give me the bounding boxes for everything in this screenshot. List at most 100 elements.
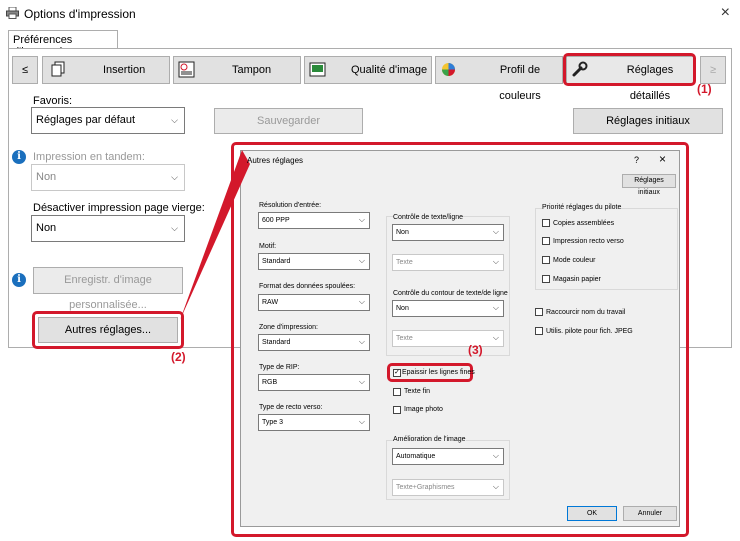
help-icon[interactable]: ? [634, 155, 639, 165]
pattern-select[interactable]: Standard ⌵ [258, 253, 370, 270]
chevron-down-icon: ⌵ [358, 297, 365, 306]
callout-2: (2) [171, 350, 186, 364]
blank-page-select[interactable]: Non ⌵ [31, 215, 185, 242]
favorites-value: Réglages par défaut [36, 114, 136, 126]
spool-format-label: Format des données spoulées: [259, 283, 356, 290]
image-improve-value: Automatique [396, 453, 436, 460]
stamp-icon [178, 61, 195, 78]
duplex-print-label: Impression recto verso [553, 238, 624, 245]
printer-icon [6, 6, 19, 19]
duplex-type-value: Type 3 [262, 419, 284, 426]
shorten-name-label: Raccourcir nom du travail [546, 309, 626, 316]
collated-copies-checkbox[interactable] [542, 219, 550, 227]
pages-icon [49, 61, 66, 78]
pattern-value: Standard [262, 258, 291, 265]
text-line-sub-select[interactable]: Texte ⌵ [392, 254, 504, 271]
save-button[interactable]: Sauvegarder [214, 108, 363, 134]
spool-format-value: RAW [262, 299, 279, 306]
close-icon[interactable]: × [721, 4, 730, 22]
chevron-down-icon: ⌵ [171, 115, 178, 125]
color-wheel-icon [440, 61, 457, 78]
rip-type-select[interactable]: RGB ⌵ [258, 374, 370, 391]
image-quality-icon [309, 61, 326, 78]
tab-insertion[interactable]: Insertion [42, 56, 170, 84]
reset-button[interactable]: Réglages initiaux [573, 108, 723, 134]
tab-image-quality-label: Qualité d'image [351, 64, 428, 76]
edge-control-sub-value: Texte [396, 335, 413, 342]
chevron-down-icon: ⌵ [358, 337, 365, 346]
color-mode-checkbox[interactable] [542, 256, 550, 264]
chevron-down-icon: ⌵ [492, 482, 499, 491]
thicken-lines-label: Epaissir les lignes fines [402, 369, 475, 376]
tab-stamp[interactable]: Tampon [173, 56, 301, 84]
tab-color-profile[interactable]: Profil de couleurs [435, 56, 563, 102]
tab-color-profile-label: Profil de couleurs [499, 64, 541, 102]
jpeg-driver-label: Utilis. pilote pour fich. JPEG [546, 328, 633, 335]
tandem-select[interactable]: Non ⌵ [31, 164, 185, 191]
prev-tab-button[interactable]: ≤ [12, 56, 38, 84]
paper-tray-checkbox[interactable] [542, 275, 550, 283]
chevron-down-icon: ⌵ [358, 256, 365, 265]
print-area-select[interactable]: Standard ⌵ [258, 334, 370, 351]
favorites-select[interactable]: Réglages par défaut ⌵ [31, 107, 185, 134]
thicken-lines-checkbox[interactable]: ✓ [393, 369, 401, 377]
text-line-value: Non [396, 229, 409, 236]
tandem-value: Non [36, 171, 57, 183]
chevron-down-icon: ⌵ [358, 215, 365, 224]
callout-3: (3) [468, 343, 483, 357]
text-line-label: Contrôle de texte/ligne [393, 214, 464, 221]
ok-button[interactable]: OK [567, 506, 617, 521]
dialog-title: Autres réglages [247, 156, 304, 165]
dialog-reset-button[interactable]: Réglages initiaux [622, 174, 676, 196]
color-mode-label: Mode couleur [553, 257, 596, 264]
chevron-down-icon: ⌵ [492, 303, 499, 312]
window-title: Options d'impression [24, 7, 136, 21]
tab-insertion-label: Insertion [103, 64, 146, 76]
cancel-button[interactable]: Annuler [623, 506, 677, 521]
photo-image-label: Image photo [404, 406, 443, 413]
thin-text-label: Texte fin [404, 388, 431, 395]
tab-image-quality[interactable]: Qualité d'image [304, 56, 432, 84]
tab-stamp-label: Tampon [232, 64, 272, 76]
image-improve-label: Amélioration de l'image [393, 436, 466, 443]
edge-control-value: Non [396, 305, 409, 312]
callout-1: (1) [697, 82, 712, 96]
edge-control-select[interactable]: Non ⌵ [392, 300, 504, 317]
text-line-select[interactable]: Non ⌵ [392, 224, 504, 241]
tandem-label: Impression en tandem: [33, 151, 145, 163]
highlight-detailed-settings [563, 53, 696, 86]
duplex-print-checkbox[interactable] [542, 237, 550, 245]
duplex-type-label: Type de recto verso: [259, 404, 323, 411]
image-improve-sub-select[interactable]: Texte+Graphismes ⌵ [392, 479, 504, 496]
chevron-down-icon: ⌵ [492, 257, 499, 266]
image-improve-select[interactable]: Automatique ⌵ [392, 448, 504, 465]
driver-priority-label: Priorité réglages du pilote [542, 204, 622, 211]
chevron-down-icon: ⌵ [492, 227, 499, 236]
custom-image-button[interactable]: Enregistr. d'image personnalisée... [33, 267, 183, 311]
info-icon: i [12, 150, 26, 164]
jpeg-driver-checkbox[interactable] [535, 327, 543, 335]
rip-type-value: RGB [262, 379, 278, 386]
next-tab-button[interactable]: ≥ [700, 56, 726, 84]
input-resolution-select[interactable]: 600 PPP ⌵ [258, 212, 370, 229]
pattern-label: Motif: [259, 243, 277, 250]
rip-type-label: Type de RIP: [259, 364, 300, 371]
print-area-label: Zone d'impression: [259, 324, 318, 331]
photo-image-checkbox[interactable] [393, 406, 401, 414]
shorten-name-checkbox[interactable] [535, 308, 543, 316]
chevron-down-icon: ⌵ [492, 451, 499, 460]
dialog-close-icon[interactable]: × [659, 152, 666, 166]
tab-print-preferences[interactable]: Préférences d'impression [8, 30, 118, 58]
text-line-sub-value: Texte [396, 259, 413, 266]
duplex-type-select[interactable]: Type 3 ⌵ [258, 414, 370, 431]
edge-control-sub-select[interactable]: Texte ⌵ [392, 330, 504, 347]
thin-text-checkbox[interactable] [393, 388, 401, 396]
input-resolution-value: 600 PPP [262, 217, 290, 224]
paper-tray-label: Magasin papier [553, 276, 601, 283]
input-resolution-label: Résolution d'entrée: [259, 202, 322, 209]
chevron-down-icon: ⌵ [492, 333, 499, 342]
highlight-other-settings [32, 311, 184, 349]
blank-page-value: Non [36, 222, 57, 234]
chevron-down-icon: ⌵ [358, 377, 365, 386]
spool-format-select[interactable]: RAW ⌵ [258, 294, 370, 311]
